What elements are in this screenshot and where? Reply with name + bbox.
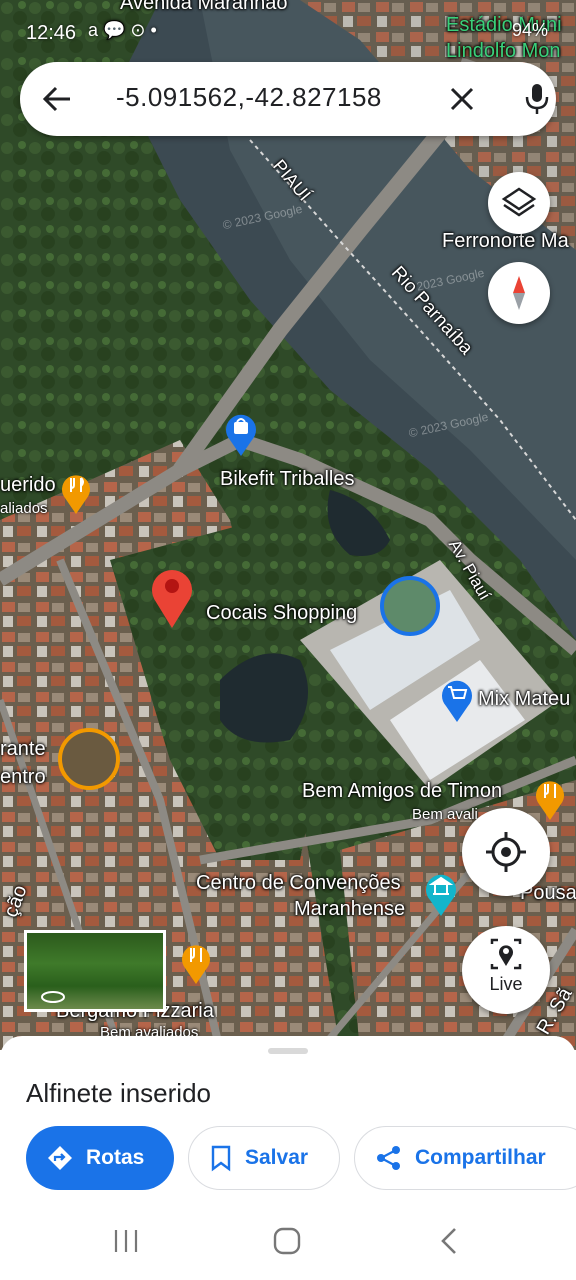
bookmark-icon: [211, 1145, 231, 1172]
notification-icons: a 💬 ⊙ •: [88, 20, 157, 40]
close-icon[interactable]: [448, 85, 476, 113]
mirante-photo-marker[interactable]: [58, 728, 120, 790]
layers-button[interactable]: [488, 172, 550, 234]
map-label-mix[interactable]: Mix Mateu: [478, 688, 570, 711]
compass-button[interactable]: [488, 262, 550, 324]
map-label-bem-amigos[interactable]: Bem Amigos de Timon: [302, 780, 502, 803]
landmark-icon[interactable]: [424, 870, 458, 916]
crosshair-icon: [486, 832, 526, 872]
directions-icon: [48, 1146, 72, 1170]
map-sub-querido: aliados: [0, 500, 48, 517]
dropped-pin-icon[interactable]: [150, 566, 194, 628]
shopping-bag-icon[interactable]: [224, 410, 258, 456]
shopping-cart-icon[interactable]: [440, 676, 474, 722]
sheet-drag-handle[interactable]: [268, 1048, 308, 1054]
share-label: Compartilhar: [415, 1146, 546, 1169]
map-label-querido[interactable]: uerido: [0, 474, 56, 497]
my-location-button[interactable]: [462, 808, 550, 896]
share-icon: [377, 1146, 400, 1170]
map-label-mirante-1[interactable]: rante: [0, 738, 46, 761]
microphone-icon[interactable]: [524, 82, 550, 116]
street-view-360-icon: [41, 991, 65, 1003]
recent-apps-icon[interactable]: [112, 1228, 140, 1254]
directions-button[interactable]: Rotas: [26, 1126, 174, 1190]
save-button[interactable]: Salvar: [188, 1126, 340, 1190]
battery-level: 94%: [511, 20, 548, 40]
back-arrow-icon[interactable]: [42, 85, 72, 113]
map-label-cocais[interactable]: Cocais Shopping: [206, 602, 357, 625]
live-view-button[interactable]: Live: [462, 926, 550, 1014]
directions-label: Rotas: [86, 1146, 145, 1169]
search-input[interactable]: -5.091562,-42.827158: [116, 82, 382, 113]
search-bar[interactable]: -5.091562,-42.827158: [20, 62, 556, 136]
live-view-icon: [490, 938, 522, 970]
system-navigation-bar: [0, 1200, 576, 1280]
restaurant-icon[interactable]: [60, 470, 92, 514]
home-icon[interactable]: [272, 1226, 302, 1256]
satellite-map[interactable]: 12:46 a 💬 ⊙ • 94% Avenida Maranhão Estád…: [0, 0, 576, 1050]
map-label-centro-conv-2[interactable]: Maranhense: [294, 898, 405, 921]
restaurant-icon[interactable]: [180, 940, 212, 984]
back-icon[interactable]: [438, 1226, 460, 1256]
layers-icon: [501, 187, 537, 217]
share-button[interactable]: Compartilhar: [354, 1126, 576, 1190]
status-bar: 12:46 a 💬 ⊙ • 94%: [0, 0, 576, 62]
map-label-bikefit[interactable]: Bikefit Triballes: [220, 468, 355, 491]
street-view-thumbnail[interactable]: [24, 930, 166, 1012]
save-label: Salvar: [245, 1146, 309, 1169]
place-title: Alfinete inserido: [26, 1078, 211, 1108]
compass-icon: [513, 276, 525, 310]
map-label-mirante-2[interactable]: entro: [0, 766, 46, 789]
map-label-centro-conv-1[interactable]: Centro de Convenções: [196, 872, 401, 895]
cocais-shopping-photo-marker[interactable]: [380, 576, 440, 636]
live-label: Live: [489, 974, 523, 994]
status-time: 12:46: [26, 22, 77, 44]
